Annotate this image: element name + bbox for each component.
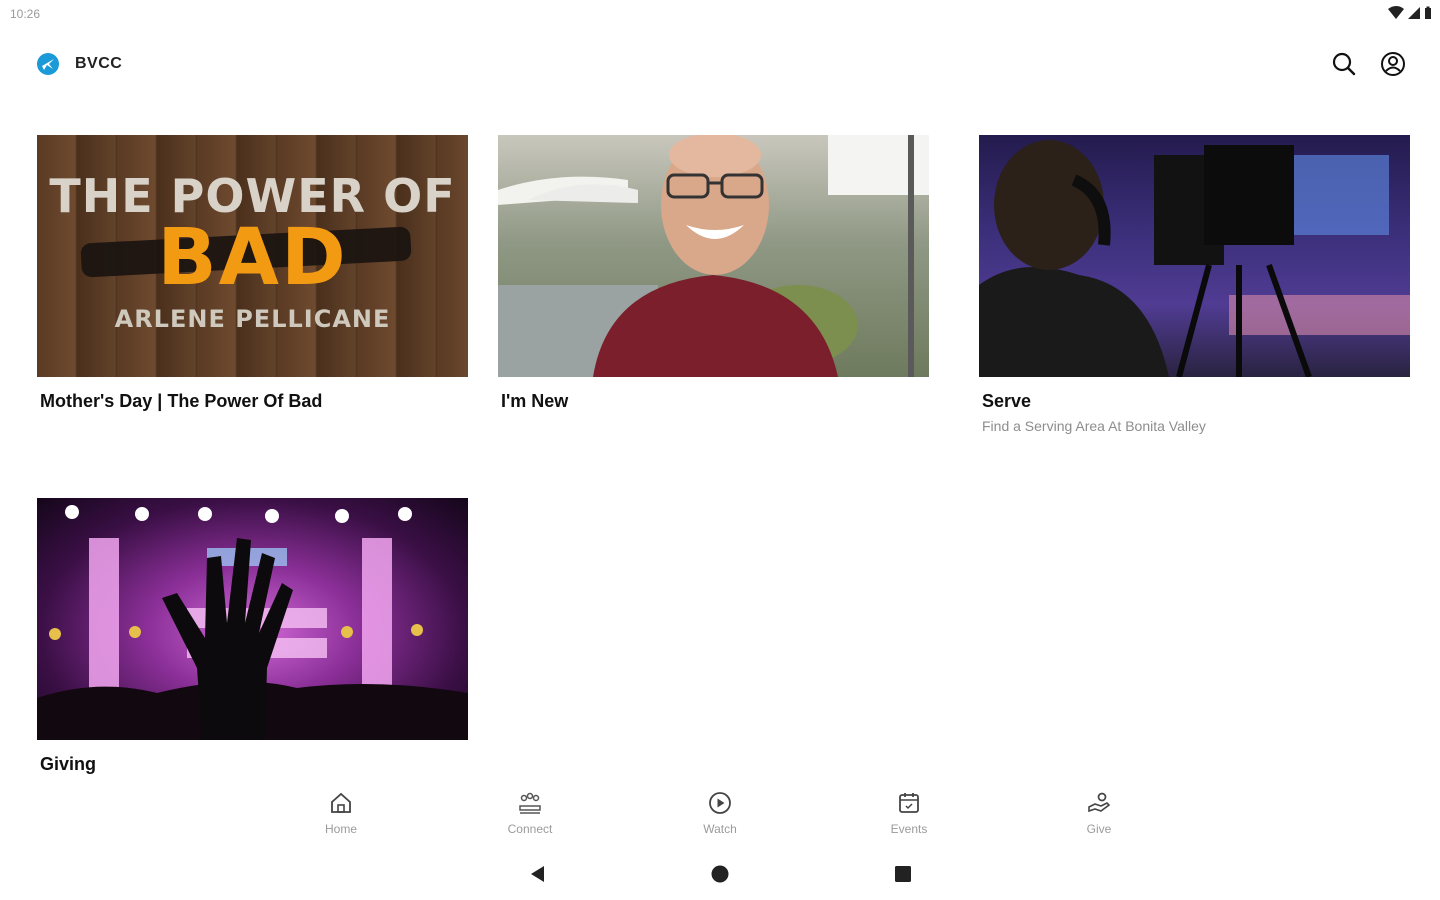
card-title: Giving [40,754,97,774]
account-circle-icon [1381,52,1405,76]
card-title: Mother's Day | The Power Of Bad [40,391,323,411]
back-button[interactable] [526,862,550,886]
nav-item-connect[interactable]: Connect [485,790,575,836]
play-circle-icon [709,792,731,814]
status-icons [1388,6,1432,20]
search-button[interactable] [1330,50,1358,78]
app-bar: BVCC [0,40,1440,88]
home-icon [331,792,351,813]
thumbnail-text-line2: BAD [157,213,348,303]
content-card-im-new[interactable]: I'm New [498,135,929,425]
back-triangle-icon [531,866,544,882]
nav-item-watch[interactable]: Watch [675,790,765,836]
nav-label: Give [1086,822,1112,836]
battery-icon [1425,6,1431,19]
status-bar: 10:26 [0,0,1440,28]
signal-icon [1408,7,1420,19]
recents-square-icon [895,866,911,882]
connect-icon [519,792,541,814]
content-card-power-of-bad[interactable]: THE POWER OF BAD ARLENE PELLICANE Mother… [37,135,468,425]
bvcc-logo-icon [36,52,60,76]
calendar-icon [899,793,919,813]
thumbnail-text-line3: ARLENE PELLICANE [114,305,391,333]
recents-button[interactable] [891,862,915,886]
nav-label: Watch [703,822,737,836]
app-title: BVCC [75,55,123,72]
camera-operator-photo [979,140,1410,377]
search-icon [1332,52,1356,76]
nav-label: Home [324,822,357,836]
system-navigation-bar [0,848,1440,900]
nav-label: Connect [507,822,553,836]
wifi-icon [1388,6,1404,19]
home-system-button[interactable] [708,862,732,886]
nav-label: Events [890,822,928,836]
content-card-giving[interactable]: Giving [37,498,468,788]
nav-item-give[interactable]: Give [1054,790,1144,836]
card-thumbnail [37,498,468,740]
smiling-man-photo [498,135,929,377]
nav-item-home[interactable]: Home [296,790,386,836]
card-subtitle: Find a Serving Area At Bonita Valley [982,418,1206,434]
bottom-navigation: Home Connect Watch Events Give [0,786,1440,846]
content-card-serve[interactable]: Serve Find a Serving Area At Bonita Vall… [979,135,1410,440]
card-thumbnail [498,135,929,377]
profile-button[interactable] [1379,50,1407,78]
card-title: Serve [982,391,1032,411]
nav-item-events[interactable]: Events [864,790,954,836]
home-circle-icon [711,865,729,883]
card-thumbnail: THE POWER OF BAD ARLENE PELLICANE [37,135,468,377]
give-icon [1088,792,1111,813]
card-thumbnail [979,135,1410,377]
card-title: I'm New [501,391,569,411]
concert-hand-photo [37,505,468,740]
status-time: 10:26 [10,7,41,21]
